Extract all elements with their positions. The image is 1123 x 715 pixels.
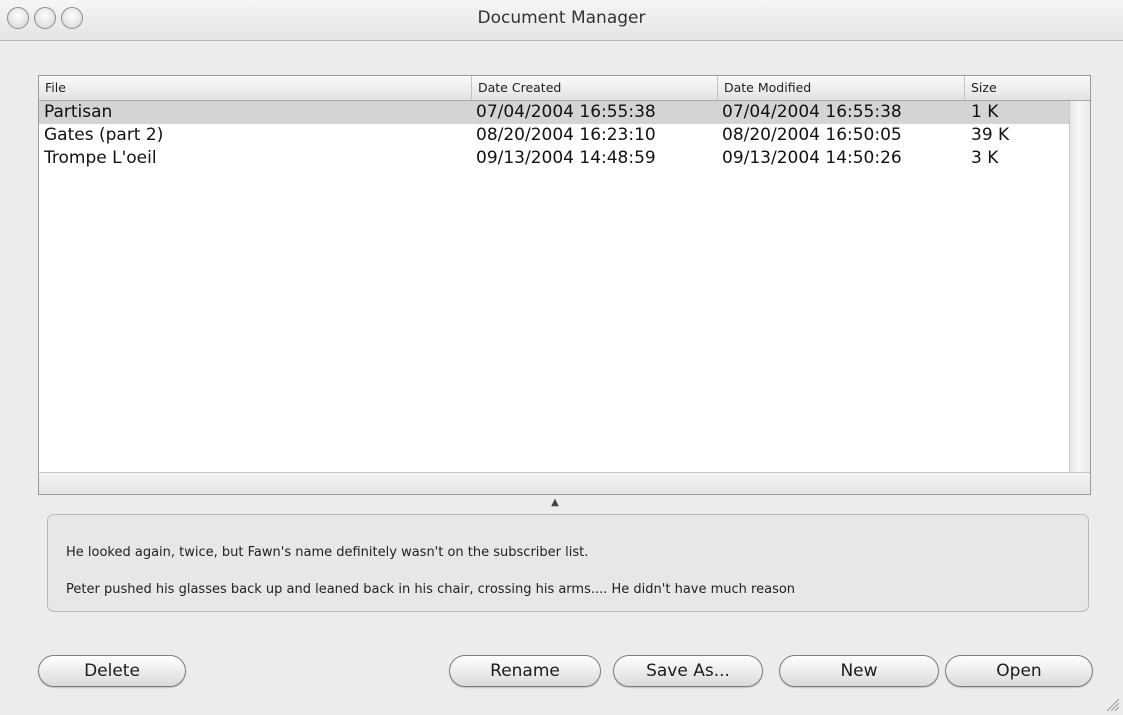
horizontal-scrollbar[interactable] (39, 472, 1090, 494)
cell-date-created: 07/04/2004 16:55:38 (476, 102, 656, 122)
cell-date-created: 08/20/2004 16:23:10 (476, 125, 656, 145)
cell-date-modified: 08/20/2004 16:50:05 (722, 125, 902, 145)
column-header-file[interactable]: File (39, 76, 472, 100)
column-header-size[interactable]: Size (965, 76, 1069, 100)
resize-grip-icon[interactable] (1104, 696, 1120, 712)
preview-line-2: Peter pushed his glasses back up and lea… (66, 582, 796, 597)
cell-file: Gates (part 2) (44, 125, 164, 145)
document-manager-window: Document Manager File Date Created Date … (0, 0, 1123, 715)
cell-file: Partisan (44, 102, 113, 122)
cell-size: 39 K (971, 125, 1010, 145)
cell-size: 1 K (971, 102, 999, 122)
window-title: Document Manager (477, 8, 646, 28)
cell-size: 3 K (971, 148, 999, 168)
table-row[interactable]: Gates (part 2) 08/20/2004 16:23:10 08/20… (39, 124, 1069, 147)
cell-date-created: 09/13/2004 14:48:59 (476, 148, 656, 168)
cell-file: Trompe L'oeil (44, 148, 157, 168)
document-table[interactable]: File Date Created Date Modified Size Par… (38, 75, 1091, 495)
title-bar[interactable]: Document Manager (0, 0, 1123, 41)
open-button[interactable]: Open (945, 655, 1093, 687)
table-header: File Date Created Date Modified Size (39, 76, 1090, 101)
splitter-handle-icon[interactable]: ▲ (548, 497, 562, 509)
table-row[interactable]: Trompe L'oeil 09/13/2004 14:48:59 09/13/… (39, 147, 1069, 170)
table-row[interactable]: Partisan 07/04/2004 16:55:38 07/04/2004 … (39, 101, 1069, 124)
vertical-scrollbar[interactable] (1069, 101, 1090, 473)
cell-date-modified: 07/04/2004 16:55:38 (722, 102, 902, 122)
column-header-date-created[interactable]: Date Created (472, 76, 718, 100)
cell-date-modified: 09/13/2004 14:50:26 (722, 148, 902, 168)
delete-button[interactable]: Delete (38, 655, 186, 687)
column-header-date-modified[interactable]: Date Modified (718, 76, 965, 100)
rename-button[interactable]: Rename (449, 655, 601, 687)
save-as-button[interactable]: Save As... (613, 655, 763, 687)
table-body: Partisan 07/04/2004 16:55:38 07/04/2004 … (39, 101, 1069, 471)
preview-line-1: He looked again, twice, but Fawn's name … (66, 545, 589, 560)
new-button[interactable]: New (779, 655, 939, 687)
document-preview: He looked again, twice, but Fawn's name … (47, 514, 1089, 612)
